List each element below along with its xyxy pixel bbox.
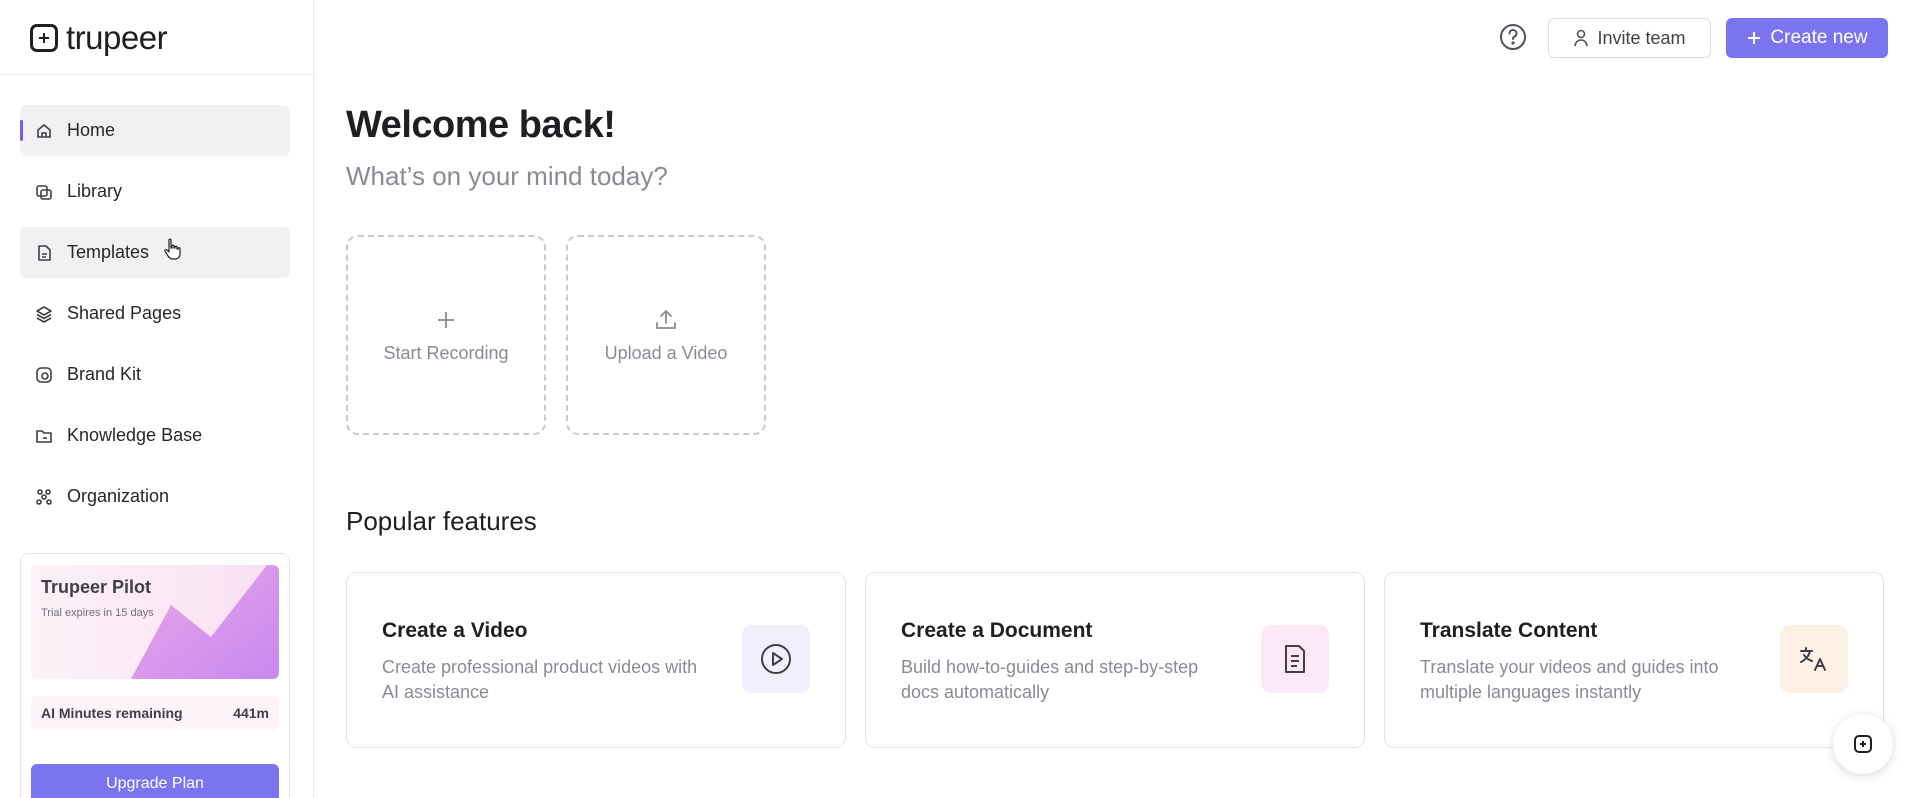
folder-icon xyxy=(34,426,54,446)
plus-icon xyxy=(433,307,459,333)
sidebar-divider xyxy=(0,74,314,75)
page-title: Welcome back! xyxy=(346,104,616,146)
sidebar-nav: Home Library Templates Shared Pages Bran… xyxy=(20,105,290,532)
trial-title: Trupeer Pilot xyxy=(41,577,152,597)
translate-icon xyxy=(1780,625,1848,693)
sidebar-item-library[interactable]: Library xyxy=(20,166,290,217)
invite-team-label: Invite team xyxy=(1597,27,1686,48)
sidebar-item-knowledge-base[interactable]: Knowledge Base xyxy=(20,410,290,461)
sidebar-item-brand-kit[interactable]: Brand Kit xyxy=(20,349,290,400)
brand-kit-icon xyxy=(34,365,54,385)
feature-title: Create a Document xyxy=(901,619,1093,642)
sidebar-item-label: Home xyxy=(67,120,116,140)
sidebar-item-home[interactable]: Home xyxy=(20,105,290,156)
start-recording-label: Start Recording xyxy=(383,342,509,363)
ai-minutes-label: AI Minutes remaining xyxy=(41,705,183,721)
ai-minutes-row: AI Minutes remaining 441m xyxy=(31,696,279,730)
home-icon xyxy=(34,121,54,141)
create-new-button[interactable]: Create new xyxy=(1726,18,1888,58)
trial-card: Trupeer Pilot Trial expires in 15 days A… xyxy=(20,553,290,798)
upload-video-card[interactable]: Upload a Video xyxy=(566,235,766,435)
feature-description: Create professional product videos with … xyxy=(382,657,698,702)
sidebar-item-label: Brand Kit xyxy=(67,364,142,384)
upload-icon xyxy=(653,307,679,333)
organization-icon xyxy=(34,487,54,507)
logo-icon xyxy=(30,24,58,52)
library-icon xyxy=(34,182,54,202)
layers-icon xyxy=(34,304,54,324)
templates-icon xyxy=(34,243,54,263)
sidebar-item-label: Organization xyxy=(67,486,170,506)
ai-minutes-value: 441m xyxy=(233,705,269,721)
feature-title: Create a Video xyxy=(382,619,528,642)
document-icon xyxy=(1261,625,1329,693)
upload-video-label: Upload a Video xyxy=(604,342,728,363)
pointer-cursor-icon xyxy=(164,238,181,260)
sidebar-item-templates[interactable]: Templates xyxy=(20,227,290,278)
sidebar-item-label: Shared Pages xyxy=(67,303,182,323)
trial-expiry: Trial expires in 15 days xyxy=(41,607,154,619)
sidebar-item-shared-pages[interactable]: Shared Pages xyxy=(20,288,290,339)
sidebar-item-organization[interactable]: Organization xyxy=(20,471,290,522)
start-recording-card[interactable]: Start Recording xyxy=(346,235,546,435)
feature-card-translate-content[interactable]: Translate Content Translate your videos … xyxy=(1384,572,1884,748)
user-icon xyxy=(1573,29,1589,47)
brand-logo[interactable]: trupeer xyxy=(30,19,168,56)
brand-name: trupeer xyxy=(66,19,168,56)
feature-description: Build how-to-guides and step-by-step doc… xyxy=(901,657,1199,702)
play-circle-icon xyxy=(742,625,810,693)
feature-card-create-document[interactable]: Create a Document Build how-to-guides an… xyxy=(865,572,1365,748)
feature-card-create-video[interactable]: Create a Video Create professional produ… xyxy=(346,572,846,748)
page-subtitle: What’s on your mind today? xyxy=(346,161,668,191)
create-new-label: Create new xyxy=(1770,27,1868,48)
feature-title: Translate Content xyxy=(1420,619,1598,642)
sidebar-item-label: Knowledge Base xyxy=(67,425,203,445)
widget-icon xyxy=(1852,733,1874,755)
help-icon[interactable] xyxy=(1498,22,1528,52)
popular-features-heading: Popular features xyxy=(346,506,537,536)
sidebar-item-label: Library xyxy=(67,181,123,201)
invite-team-button[interactable]: Invite team xyxy=(1548,18,1711,58)
sidebar: trupeer Home Library Templates Shared Pa… xyxy=(0,0,314,798)
upgrade-plan-button[interactable]: Upgrade Plan xyxy=(31,764,279,798)
plus-icon xyxy=(1746,30,1762,46)
chat-widget-button[interactable] xyxy=(1833,714,1893,774)
feature-description: Translate your videos and guides into mu… xyxy=(1420,657,1719,702)
trial-banner: Trupeer Pilot Trial expires in 15 days xyxy=(31,565,279,679)
sidebar-item-label: Templates xyxy=(67,242,150,262)
